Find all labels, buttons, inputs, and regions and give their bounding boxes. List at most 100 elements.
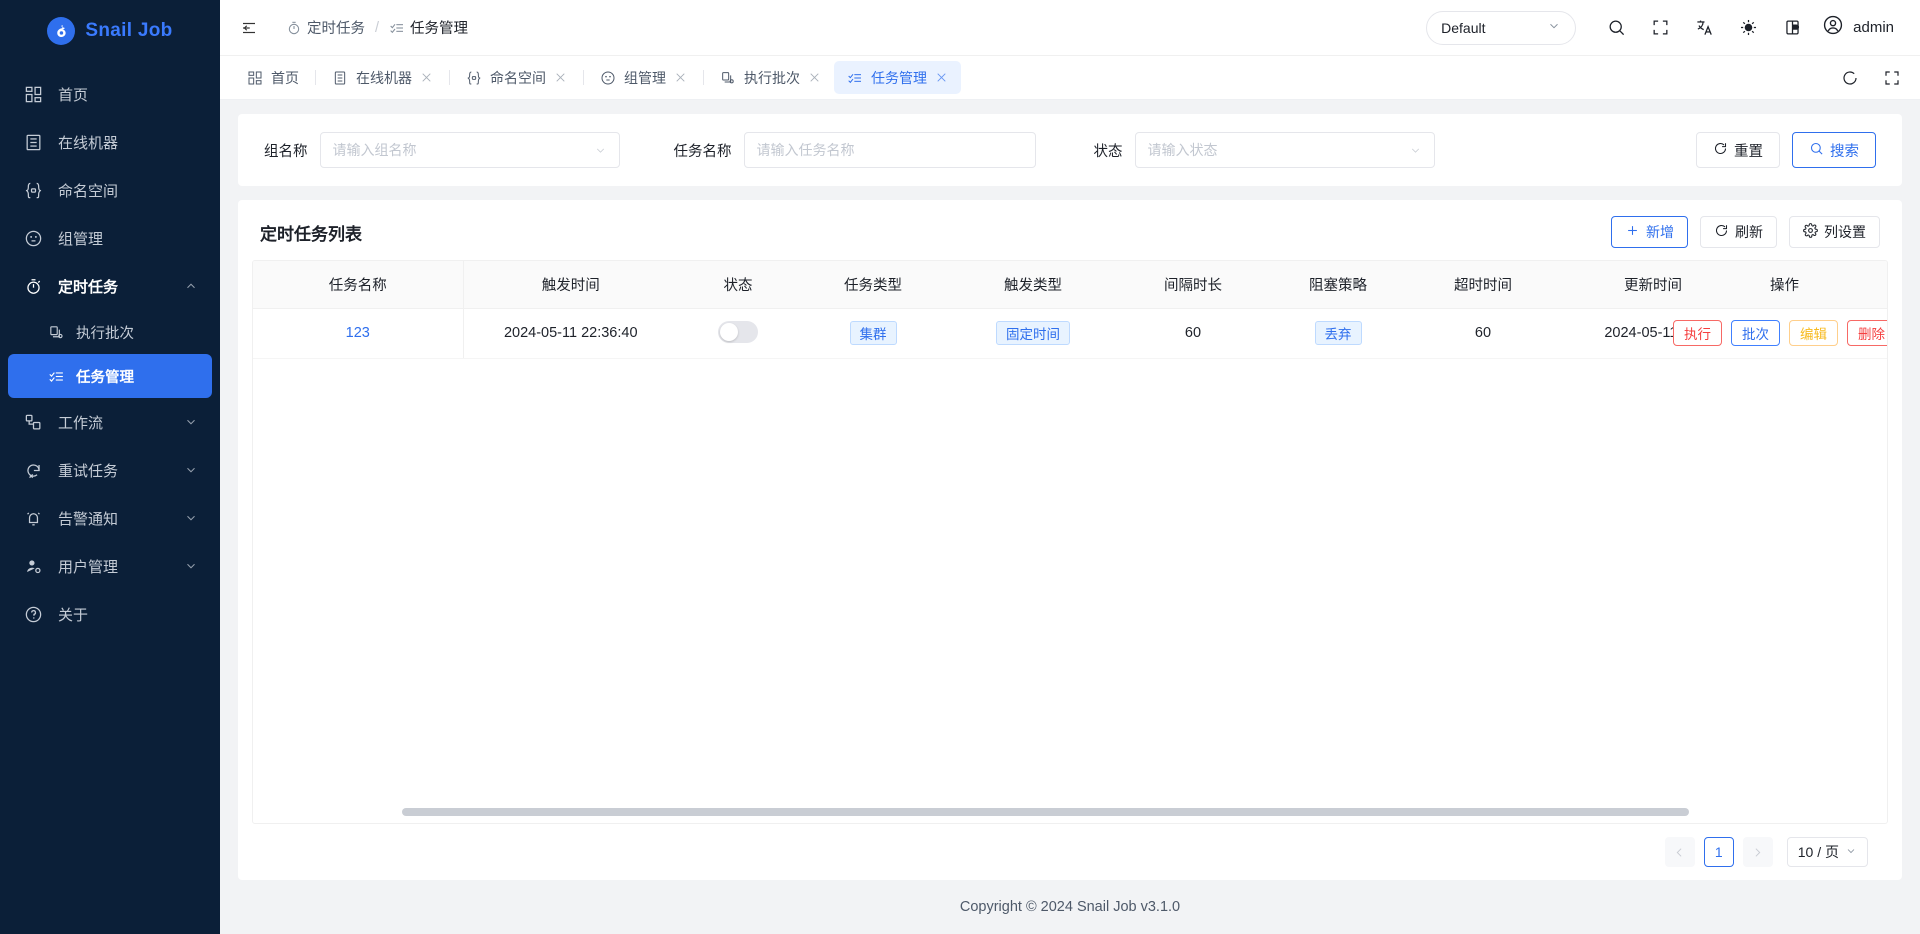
sidebar-item-home[interactable]: 首页 — [0, 70, 220, 118]
execute-button[interactable]: 执行 — [1673, 320, 1722, 346]
workflow-icon — [22, 411, 44, 433]
sidebar-collapse-button[interactable] — [234, 13, 264, 43]
sidebar: Snail Job 首页 在线机器 命名空间 组管理 定时任务 执行批次 任务管… — [0, 0, 220, 934]
breadcrumb-item-scheduled-task[interactable]: 定时任务 — [286, 17, 365, 38]
chevron-down-icon — [1845, 844, 1857, 860]
translate-icon[interactable] — [1684, 8, 1724, 48]
sidebar-item-workflow[interactable]: 工作流 — [0, 398, 220, 446]
tab-online-machine[interactable]: 在线机器 — [319, 61, 446, 94]
filter-task-name: 任务名称 请输入任务名称 — [674, 132, 1036, 168]
filter-actions: 重置 搜索 — [1696, 132, 1876, 168]
edit-button[interactable]: 编辑 — [1789, 320, 1838, 346]
tab-close-icon[interactable] — [808, 71, 821, 84]
sidebar-item-retry-task[interactable]: 重试任务 — [0, 446, 220, 494]
tab-close-icon[interactable] — [554, 71, 567, 84]
tab-close-icon[interactable] — [935, 71, 948, 84]
status-select[interactable]: 请输入状态 — [1134, 132, 1435, 168]
table-header-row: 任务名称 触发时间 状态 任务类型 触发类型 间隔时长 阻塞策略 超时时间 更新… — [253, 261, 1887, 309]
pagination-page-1[interactable]: 1 — [1703, 837, 1734, 867]
sidebar-item-task-manage[interactable]: 任务管理 — [8, 354, 212, 398]
filter-label: 组名称 — [264, 143, 308, 160]
table-title: 定时任务列表 — [260, 224, 362, 244]
jobs-table: 任务名称 触发时间 状态 任务类型 触发类型 间隔时长 阻塞策略 超时时间 更新… — [253, 261, 1887, 359]
cell-task-type: 集群 — [798, 308, 948, 359]
tab-label: 在线机器 — [356, 69, 412, 86]
column-header-block-strategy: 阻塞策略 — [1268, 261, 1408, 309]
sidebar-item-user-manage[interactable]: 用户管理 — [0, 542, 220, 590]
horizontal-scrollbar[interactable] — [253, 807, 1887, 817]
tab-group-manage[interactable]: 组管理 — [587, 61, 700, 94]
page-size-select[interactable]: 10 / 页 — [1786, 837, 1868, 867]
breadcrumb-separator: / — [375, 19, 380, 36]
tab-task-manage[interactable]: 任务管理 — [834, 61, 961, 94]
breadcrumb-item-task-manage[interactable]: 任务管理 — [389, 17, 468, 38]
table-toolbar: 定时任务列表 新增 刷新 列设置 — [238, 200, 1902, 260]
scrollbar-thumb[interactable] — [401, 808, 1690, 816]
block-strategy-tag: 丢弃 — [1314, 321, 1362, 345]
brand-name: Snail Job — [85, 20, 173, 41]
add-button[interactable]: 新增 — [1611, 216, 1688, 248]
tab-namespace[interactable]: 命名空间 — [453, 61, 580, 94]
column-settings-button[interactable]: 列设置 — [1789, 216, 1880, 248]
tab-home[interactable]: 首页 — [234, 61, 312, 94]
pagination-next-button[interactable] — [1742, 837, 1773, 867]
fullscreen-icon[interactable] — [1872, 58, 1912, 98]
chevron-down-icon — [1547, 19, 1561, 36]
refresh-icon[interactable] — [1830, 58, 1870, 98]
brand[interactable]: Snail Job — [0, 0, 220, 56]
tab-label: 组管理 — [624, 69, 666, 86]
search-button[interactable]: 搜索 — [1792, 132, 1876, 168]
status-toggle[interactable] — [718, 321, 758, 343]
job-name-link[interactable]: 123 — [346, 325, 370, 341]
sun-icon[interactable] — [1728, 8, 1768, 48]
search-icon[interactable] — [1596, 8, 1636, 48]
sidebar-item-scheduled-task[interactable]: 定时任务 — [0, 262, 220, 310]
refresh-label: 刷新 — [1735, 224, 1763, 240]
batch-button[interactable]: 批次 — [1731, 320, 1780, 346]
cell-job-name: 123 — [253, 308, 464, 359]
reset-label: 重置 — [1734, 143, 1763, 160]
avatar — [1822, 14, 1844, 41]
footer: Copyright © 2024 Snail Job v3.1.0 — [238, 880, 1902, 934]
sidebar-item-execute-batch[interactable]: 执行批次 — [0, 310, 220, 354]
task-name-input[interactable]: 请输入任务名称 — [743, 132, 1036, 168]
table-header: 任务名称 触发时间 状态 任务类型 触发类型 间隔时长 阻塞策略 超时时间 更新… — [253, 261, 1887, 309]
about-icon — [22, 603, 44, 625]
sidebar-item-alarm-notify[interactable]: 告警通知 — [0, 494, 220, 542]
column-header-job-name: 任务名称 — [253, 261, 464, 309]
filter-status: 状态 请输入状态 — [1094, 132, 1435, 168]
group-name-placeholder: 请输入组名称 — [332, 142, 417, 158]
group-name-select[interactable]: 请输入组名称 — [319, 132, 620, 168]
breadcrumb: 定时任务 / 任务管理 — [286, 17, 468, 38]
tab-divider — [703, 70, 704, 85]
sidebar-item-online-machine[interactable]: 在线机器 — [0, 118, 220, 166]
chevron-down-icon — [184, 559, 198, 573]
status-placeholder: 请输入状态 — [1147, 142, 1218, 158]
pagination: 1 10 / 页 — [238, 824, 1902, 880]
sidebar-item-label: 关于 — [58, 606, 89, 624]
sidebar-item-group-manage[interactable]: 组管理 — [0, 214, 220, 262]
fullscreen-icon[interactable] — [1640, 8, 1680, 48]
trigger-type-tag: 固定时间 — [996, 321, 1070, 345]
sidebar-item-about[interactable]: 关于 — [0, 590, 220, 638]
tab-divider — [315, 70, 316, 85]
tabbar-right — [1830, 58, 1912, 98]
sidebar-item-label: 工作流 — [58, 414, 104, 432]
reset-button[interactable]: 重置 — [1696, 132, 1780, 168]
refresh-button[interactable]: 刷新 — [1700, 216, 1777, 248]
cell-status — [678, 308, 798, 359]
task-list-icon — [389, 20, 405, 36]
sidebar-item-namespace[interactable]: 命名空间 — [0, 166, 220, 214]
user-menu[interactable]: admin — [1816, 8, 1902, 48]
table-row[interactable]: 123 2024-05-11 22:36:40 集群 固定时间 60 丢弃 60… — [253, 308, 1887, 359]
theme-select[interactable]: Default — [1426, 10, 1577, 45]
layout-icon[interactable] — [1772, 8, 1812, 48]
sidebar-item-label: 重试任务 — [58, 462, 119, 480]
search-icon — [1809, 141, 1824, 160]
delete-button[interactable]: 删除 — [1847, 320, 1887, 346]
tab-close-icon[interactable] — [674, 71, 687, 84]
tab-execute-batch[interactable]: 执行批次 — [707, 61, 834, 94]
tab-close-icon[interactable] — [420, 71, 433, 84]
server-icon — [22, 131, 44, 153]
pagination-prev-button[interactable] — [1664, 837, 1695, 867]
